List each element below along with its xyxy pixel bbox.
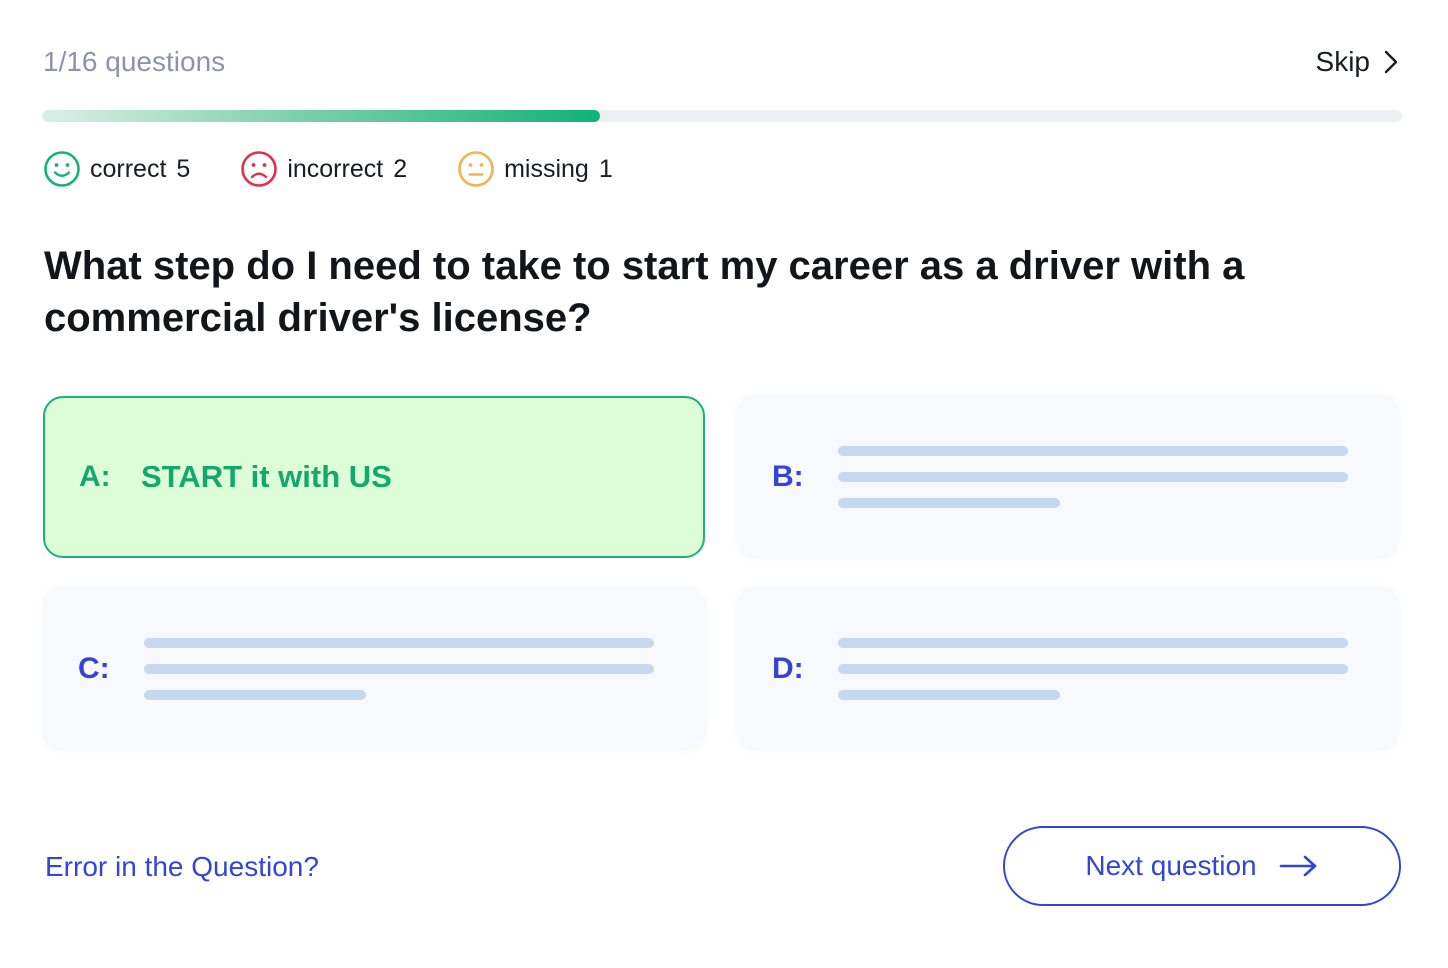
answer-option-a[interactable]: A: START it with US [43, 396, 705, 558]
skeleton-line [838, 446, 1348, 456]
answer-option-d[interactable]: D: [737, 588, 1399, 750]
stat-correct-count: 5 [176, 154, 191, 183]
skeleton-line [838, 472, 1348, 482]
stat-missing-count: 1 [598, 154, 613, 183]
neutral-face-icon [458, 151, 494, 187]
progress-bar [42, 110, 1402, 122]
stat-correct-label: correct [90, 154, 167, 183]
skeleton-line [838, 638, 1348, 648]
chevron-right-icon [1384, 50, 1398, 74]
stat-incorrect: incorrect 2 [240, 150, 407, 188]
stat-missing: missing 1 [457, 150, 613, 188]
next-question-label: Next question [1085, 850, 1257, 881]
smile-icon [44, 151, 80, 187]
skeleton-line [838, 664, 1348, 674]
stat-incorrect-label: incorrect [287, 154, 384, 183]
next-question-button[interactable]: Next question [1003, 826, 1401, 906]
stat-incorrect-count: 2 [393, 154, 408, 183]
option-text-placeholder [838, 638, 1348, 700]
option-text-placeholder [838, 446, 1348, 508]
answer-option-b[interactable]: B: [737, 396, 1399, 558]
option-letter: B: [772, 460, 804, 493]
option-letter: D: [772, 652, 804, 685]
score-summary: correct 5 incorrect 2 missing 1 [43, 150, 663, 188]
option-letter: C: [78, 652, 110, 685]
skeleton-line [144, 638, 654, 648]
stat-correct: correct 5 [43, 150, 190, 188]
option-text: START it with US [141, 459, 392, 494]
skip-label: Skip [1315, 46, 1370, 77]
option-letter: A: [79, 460, 111, 493]
skip-button[interactable]: Skip [1316, 44, 1398, 80]
option-text-placeholder [144, 638, 654, 700]
skeleton-line [144, 690, 366, 700]
arrow-right-icon [1279, 855, 1316, 877]
report-error-link[interactable]: Error in the Question? [45, 848, 319, 886]
stat-missing-label: missing [504, 154, 589, 183]
skeleton-line [838, 690, 1060, 700]
question-counter: 1/16 questions [43, 46, 226, 77]
frown-icon [241, 151, 278, 187]
answer-option-c[interactable]: C: [43, 588, 705, 750]
skeleton-line [144, 664, 654, 674]
question-text: What step do I need to take to start my … [44, 244, 1245, 340]
progress-fill [42, 110, 600, 122]
skeleton-line [838, 498, 1060, 508]
quiz-page: 1/16 questions Skip correct 5 incorrect … [0, 0, 1448, 968]
